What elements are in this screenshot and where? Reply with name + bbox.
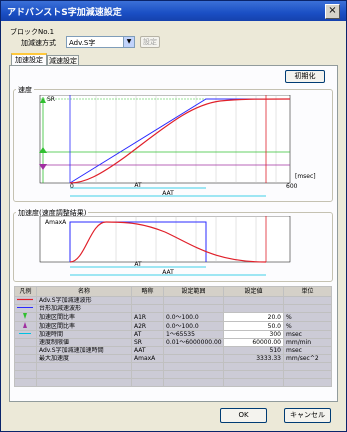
accel-method-select[interactable]: Adv.S字 ▼	[66, 36, 135, 48]
table-row: Adv.S字加減速加速時間 AAT 510 msec	[14, 346, 332, 355]
row-range: 0.0～100.0	[163, 312, 224, 322]
header-name: 名称	[36, 286, 132, 297]
unit-label: [msec]	[295, 173, 316, 180]
row-unit	[283, 304, 332, 313]
block-label: ブロックNo.1	[10, 28, 55, 36]
row-name: Adv.S字加減速加速時間	[36, 346, 132, 355]
title-bar: アドバンストS字加減速設定 ×	[1, 1, 346, 21]
a2r-value-field[interactable]: 50.0	[223, 321, 284, 331]
row-name: 加速時間	[36, 330, 132, 339]
accel-chart: AmaxA AT AAT	[39, 216, 291, 276]
row-range	[163, 304, 224, 313]
table-row: 速度制限値 SR 0.01～6000000.00 60000.00 mm/min	[14, 338, 332, 347]
at-value-field[interactable]: 300	[223, 330, 284, 339]
table-row-empty	[14, 370, 332, 379]
row-range: 1～65535	[163, 330, 224, 339]
row-name: 加速区間比率	[36, 321, 132, 331]
row-name: 加速区間比率	[36, 312, 132, 322]
row-legend	[14, 354, 37, 363]
aat-label: AAT	[162, 190, 174, 197]
header-range: 設定範囲	[163, 286, 224, 297]
table-row: 加速区間比率 A2R 0.0～100.0 50.0 %	[14, 321, 332, 331]
row-legend	[14, 346, 37, 355]
accel-plot-area	[39, 216, 291, 263]
speed-group-title: 速度	[16, 85, 34, 95]
row-name: Adv.S字加減速波形	[36, 296, 132, 305]
row-unit: %	[283, 321, 332, 331]
speed-plot-area	[39, 95, 291, 184]
row-unit: mm/sec^2	[283, 354, 332, 363]
close-icon[interactable]: ×	[325, 4, 340, 19]
dialog-window: アドバンストS字加減速設定 × ブロックNo.1 加減速方式 Adv.S字 ▼ …	[0, 0, 347, 432]
accel-at-label: AT	[134, 261, 142, 268]
window-title: アドバンストS字加減速設定	[7, 8, 122, 18]
row-name: 最大加速度	[36, 354, 132, 363]
header-value: 設定値	[223, 286, 284, 297]
row-name: 速度制限値	[36, 338, 132, 347]
speed-chart: SR AT AAT 0 600 [msec]	[39, 95, 316, 197]
a1r-value-field[interactable]: 20.0	[223, 312, 284, 322]
x-end-label: 600	[286, 183, 298, 190]
legend-red-line-icon	[14, 296, 37, 305]
table-row: 最大加速度 AmaxA 3333.33 mm/sec^2	[14, 354, 332, 363]
table-row-empty	[14, 362, 332, 371]
at-label: AT	[134, 182, 142, 189]
legend-green-marker-icon	[14, 312, 37, 322]
row-unit	[283, 296, 332, 305]
chevron-down-icon[interactable]: ▼	[123, 37, 134, 47]
table-row: 加速時間 AT 1～65535 300 msec	[14, 330, 332, 339]
row-unit: msec	[283, 346, 332, 355]
table-row-empty	[14, 378, 332, 387]
row-range: 0.01～6000000.00	[163, 338, 224, 347]
row-abbr: SR	[131, 338, 164, 347]
parameter-table: 凡例 名称 略称 設定範囲 設定値 単位 Adv.S字加減速波形 台形加減速波形…	[14, 286, 332, 387]
amax-value: 3333.33	[223, 354, 284, 363]
settings-button[interactable]: 設定	[140, 36, 160, 48]
row-unit: msec	[283, 330, 332, 339]
accel-method-label: 加減速方式	[21, 39, 56, 47]
row-value	[223, 296, 284, 305]
cancel-button[interactable]: キャンセル	[284, 408, 331, 423]
x-start-label: 0	[70, 183, 74, 190]
legend-cyan-arrow-icon	[14, 330, 37, 339]
header-legend: 凡例	[14, 286, 37, 297]
row-name: 台形加減速波形	[36, 304, 132, 313]
header-abbr: 略称	[131, 286, 164, 297]
header-unit: 単位	[283, 286, 332, 297]
sr-label: SR	[47, 96, 55, 103]
table-row: 加速区間比率 A1R 0.0～100.0 20.0 %	[14, 312, 332, 322]
row-abbr: A1R	[131, 312, 164, 322]
table-header-row: 凡例 名称 略称 設定範囲 設定値 単位	[14, 286, 332, 297]
row-legend	[14, 338, 37, 347]
row-range	[163, 354, 224, 363]
row-abbr: AmaxA	[131, 354, 164, 363]
accel-method-value: Adv.S字	[69, 39, 96, 47]
row-unit: mm/min	[283, 338, 332, 347]
amax-label: AmaxA	[45, 219, 67, 226]
row-range	[163, 296, 224, 305]
init-button[interactable]: 初期化	[285, 70, 325, 83]
row-unit: %	[283, 312, 332, 322]
table-row: 台形加減速波形	[14, 304, 332, 313]
table-row: Adv.S字加減速波形	[14, 296, 332, 305]
row-value	[223, 304, 284, 313]
aat-value: 510	[223, 346, 284, 355]
row-abbr: A2R	[131, 321, 164, 331]
row-abbr	[131, 296, 164, 305]
row-abbr: AT	[131, 330, 164, 339]
sr-value-field[interactable]: 60000.00	[223, 338, 284, 347]
legend-purple-marker-icon	[14, 321, 37, 331]
row-range: 0.0～100.0	[163, 321, 224, 331]
ok-button[interactable]: OK	[220, 408, 267, 423]
accel-aat-label: AAT	[162, 269, 174, 276]
row-range	[163, 346, 224, 355]
row-abbr: AAT	[131, 346, 164, 355]
row-abbr	[131, 304, 164, 313]
legend-blue-line-icon	[14, 304, 37, 313]
